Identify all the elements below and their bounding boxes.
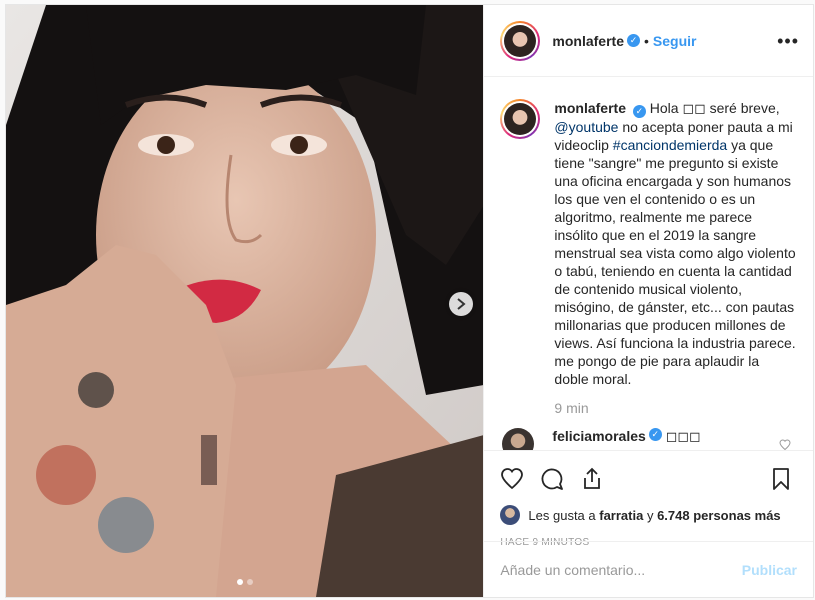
- comment-icon[interactable]: [540, 467, 564, 491]
- follow-button[interactable]: Seguir: [653, 33, 697, 49]
- caption-text: monlaferte ✓ Hola ◻◻ seré breve, @youtub…: [554, 99, 797, 388]
- post-sidebar: monlaferte ✓ • Seguir ••• monlaferte ✓ H…: [483, 5, 813, 597]
- likes-count[interactable]: 6.748 personas más: [657, 508, 781, 523]
- caption-time[interactable]: 9 min: [554, 400, 797, 416]
- commenter-username[interactable]: feliciamorales: [552, 428, 645, 444]
- comment-text: ◻◻◻: [665, 427, 701, 444]
- action-bar: [500, 459, 797, 499]
- caption-avatar[interactable]: [500, 99, 541, 139]
- caption-author[interactable]: monlaferte: [554, 100, 626, 116]
- comment-input[interactable]: [500, 561, 742, 578]
- comment-like-icon[interactable]: [779, 439, 791, 450]
- liker-username[interactable]: farratia: [599, 508, 643, 523]
- header-separator: •: [643, 32, 649, 49]
- carousel-dot: [236, 579, 243, 585]
- verified-badge-icon: ✓: [648, 427, 662, 441]
- carousel-indicator: [6, 579, 483, 585]
- heart-icon[interactable]: [500, 467, 524, 491]
- carousel-dot: [246, 579, 253, 585]
- author-username[interactable]: monlaferte: [552, 33, 624, 49]
- caption: monlaferte ✓ Hola ◻◻ seré breve, @youtub…: [500, 99, 797, 388]
- chevron-right-icon: [457, 298, 466, 310]
- post-photo: [6, 5, 484, 597]
- share-icon[interactable]: [580, 467, 604, 491]
- verified-badge-icon: ✓: [626, 34, 640, 47]
- post-media[interactable]: [6, 5, 484, 597]
- comment-item: feliciamorales ✓ ◻◻◻: [500, 427, 797, 450]
- add-comment-bar: Publicar: [484, 541, 813, 597]
- verified-badge-icon: ✓: [632, 104, 646, 118]
- likes-joiner: y: [646, 507, 654, 523]
- mention-link[interactable]: @youtube: [554, 119, 618, 135]
- likes-prefix: Les gusta a: [528, 507, 596, 523]
- hashtag-link[interactable]: #canciondemierda: [613, 137, 727, 153]
- publish-button[interactable]: Publicar: [742, 562, 797, 578]
- post-actions: Les gusta a farratia y 6.748 personas má…: [484, 450, 813, 548]
- comments-section[interactable]: monlaferte ✓ Hola ◻◻ seré breve, @youtub…: [484, 77, 813, 450]
- likes-summary: Les gusta a farratia y 6.748 personas má…: [500, 505, 797, 525]
- post-header: monlaferte ✓ • Seguir •••: [484, 5, 813, 77]
- post-container: monlaferte ✓ • Seguir ••• monlaferte ✓ H…: [5, 4, 814, 598]
- liker-avatar[interactable]: [500, 505, 521, 525]
- author-avatar[interactable]: [500, 20, 541, 61]
- more-options-icon[interactable]: •••: [777, 31, 799, 52]
- carousel-next-button[interactable]: [449, 292, 473, 316]
- caption-segment-0: Hola ◻◻ seré breve,: [649, 100, 780, 116]
- bookmark-icon[interactable]: [769, 467, 793, 491]
- commenter-avatar[interactable]: [502, 427, 535, 450]
- caption-segment-4: ya que tiene "sangre" me pregunto si exi…: [554, 136, 796, 387]
